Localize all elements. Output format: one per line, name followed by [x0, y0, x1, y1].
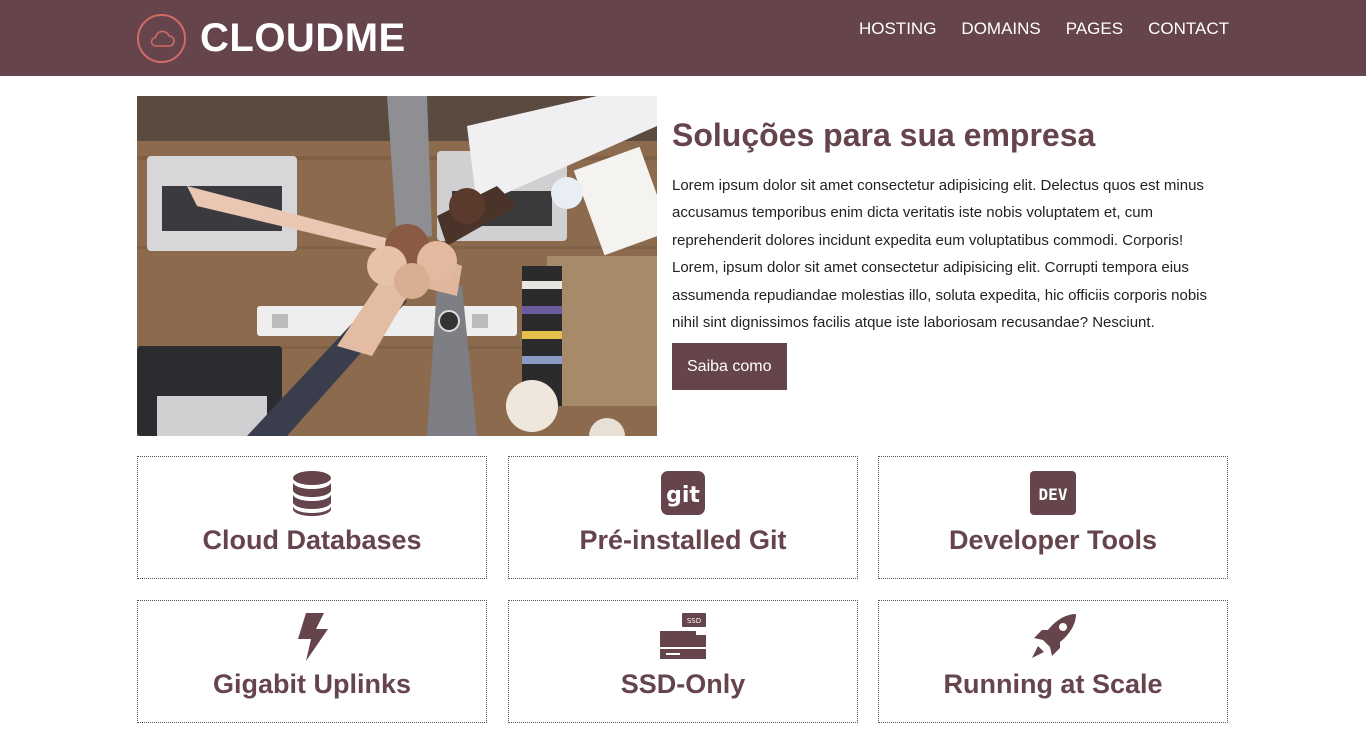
database-icon — [292, 469, 332, 517]
feature-label: Running at Scale — [943, 669, 1163, 699]
feature-label: SSD-Only — [620, 669, 746, 699]
nav-pages[interactable]: PAGES — [1066, 19, 1123, 39]
hero-text: Soluções para sua empresa Lorem ipsum do… — [672, 114, 1212, 391]
feature-label: Pré-installed Git — [579, 525, 787, 555]
feature-card: Gigabit Uplinks — [137, 600, 487, 723]
brand-name: CLOUDME — [200, 15, 406, 60]
feature-card: git Pré-installed Git — [508, 456, 858, 579]
hero-paragraph: Lorem ipsum dolor sit amet consectetur a… — [672, 177, 1208, 332]
feature-card: SSD SSD-Only — [508, 600, 858, 723]
learn-how-button[interactable]: Saiba como — [672, 343, 787, 391]
feature-card: Cloud Databases — [137, 456, 487, 579]
svg-text:DEV: DEV — [1039, 485, 1068, 504]
svg-text:SSD: SSD — [687, 617, 701, 625]
hero-title: Soluções para sua empresa — [672, 117, 1096, 153]
ssd-icon: SSD — [658, 613, 708, 661]
rocket-icon — [1028, 613, 1078, 661]
svg-text:git: git — [666, 483, 700, 508]
nav-contact[interactable]: CONTACT — [1148, 19, 1229, 39]
main-nav: HOSTING DOMAINS PAGES CONTACT — [859, 19, 1229, 39]
cloud-icon — [137, 13, 186, 63]
nav-domains[interactable]: DOMAINS — [961, 19, 1040, 39]
top-navbar: CLOUDME HOSTING DOMAINS PAGES CONTACT — [0, 0, 1366, 76]
feature-card: Running at Scale — [878, 600, 1228, 723]
feature-label: Developer Tools — [948, 525, 1158, 555]
feature-label: Cloud Databases — [202, 525, 422, 555]
git-icon: git — [661, 469, 705, 517]
brand[interactable]: CLOUDME — [137, 13, 406, 63]
feature-card: DEV Developer Tools — [878, 456, 1228, 579]
feature-label: Gigabit Uplinks — [212, 669, 412, 699]
hero-image — [137, 96, 657, 436]
nav-hosting[interactable]: HOSTING — [859, 19, 936, 39]
bolt-icon — [294, 613, 330, 661]
dev-icon: DEV — [1030, 469, 1076, 517]
